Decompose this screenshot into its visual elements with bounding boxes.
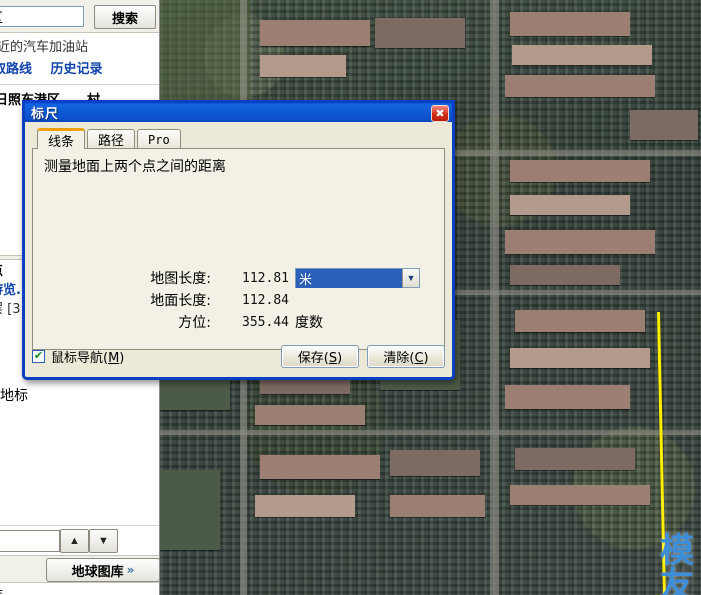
- clear-button[interactable]: 清除(C): [367, 344, 445, 368]
- dialog-body: 线条 路径 Pro 测量地面上两个点之间的距离 地图长度: 112.81 米 ▼: [25, 122, 452, 374]
- heading-value: 355.44: [242, 314, 289, 330]
- save-label-tail: ): [337, 350, 343, 366]
- double-chevron-right-icon: »: [126, 563, 135, 577]
- tab-pro[interactable]: Pro: [137, 129, 181, 149]
- dialog-footer: ✔ 鼠标导航(M) 保存(S) 清除(C): [32, 343, 445, 369]
- ruler-dialog[interactable]: 标尺 ✖ 线条 路径 Pro 测量地面上两个点之间的距离 地图长度: 112.8…: [22, 100, 455, 380]
- sidebar-footer-text: 库: [0, 585, 159, 595]
- heading-label: 方位:: [178, 315, 211, 331]
- close-icon[interactable]: ✖: [431, 105, 449, 122]
- map-building: [510, 265, 620, 285]
- map-building: [510, 485, 650, 505]
- earth-gallery-label: 地球图库: [71, 564, 124, 580]
- mouse-navigation-label: 鼠标导航(M): [51, 347, 124, 366]
- map-building: [515, 310, 645, 332]
- tab-line[interactable]: 线条: [37, 128, 86, 150]
- map-length-label: 地图长度:: [150, 271, 211, 287]
- search-button[interactable]: 搜索: [94, 5, 156, 29]
- map-building: [255, 405, 365, 425]
- close-glyph: ✖: [435, 107, 445, 120]
- search-bar: 搜索: [0, 0, 159, 33]
- sidebar-links: 获取路线 历史记录: [0, 58, 159, 77]
- map-building: [255, 495, 355, 517]
- gallery-row: 地球图库 »: [0, 555, 159, 583]
- check-icon: ✔: [33, 349, 44, 362]
- map-building: [512, 45, 652, 65]
- row-map-length: 地图长度: 112.81 米 ▼: [43, 267, 448, 289]
- slider-row: ▲ ▼: [0, 525, 159, 555]
- get-directions-link[interactable]: 获取路线: [0, 62, 32, 77]
- sidebar-bottom: ▲ ▼ 地球图库 » 库: [0, 515, 159, 595]
- map-building: [390, 450, 480, 476]
- dialog-title: 标尺: [31, 107, 60, 122]
- clear-accel: C: [414, 350, 424, 366]
- unit-select-value: 米: [296, 268, 402, 288]
- layer-item-2[interactable]: 置: [0, 408, 159, 431]
- slider-input[interactable]: [0, 530, 60, 552]
- arrow-down-icon: ▼: [98, 535, 109, 547]
- map-building: [260, 55, 346, 77]
- unit-select[interactable]: 米 ▼: [295, 268, 420, 288]
- map-length-value: 112.81: [242, 270, 289, 286]
- tab-panel-line: 测量地面上两个点之间的距离 地图长度: 112.81 米 ▼ 地面长度: 112…: [32, 148, 445, 350]
- arrow-up-icon: ▲: [69, 535, 80, 547]
- tab-path[interactable]: 路径: [87, 129, 136, 149]
- map-building: [260, 455, 380, 479]
- mouse-navigation-checkbox[interactable]: ✔ 鼠标导航(M): [32, 347, 124, 366]
- checkbox-accel: M: [108, 350, 120, 366]
- map-building: [630, 110, 698, 140]
- clear-label-main: 清除(: [383, 350, 415, 366]
- map-building: [510, 160, 650, 182]
- dialog-titlebar[interactable]: 标尺 ✖: [25, 100, 452, 122]
- ground-length-value: 112.84: [242, 292, 289, 308]
- map-building: [375, 18, 465, 48]
- map-building: [510, 195, 630, 215]
- map-building: [505, 230, 655, 254]
- scroll-up-button[interactable]: ▲: [60, 529, 89, 553]
- map-building: [505, 75, 655, 97]
- earth-gallery-button[interactable]: 地球图库 »: [46, 558, 159, 582]
- nearby-gas-station-text: 村近的汽车加油站: [0, 40, 89, 55]
- map-building: [515, 448, 635, 470]
- measurement-rows: 地图长度: 112.81 米 ▼ 地面长度: 112.84 方位: 355.44: [43, 267, 448, 333]
- row-ground-length: 地面长度: 112.84: [43, 289, 448, 311]
- search-input[interactable]: [0, 6, 84, 27]
- checkbox-box[interactable]: ✔: [32, 349, 45, 363]
- description-text: 测量地面上两个点之间的距离: [44, 159, 226, 175]
- checkbox-label-main: 鼠标导航(: [51, 350, 109, 366]
- map-building: [510, 12, 630, 36]
- heading-unit: 度数: [295, 315, 323, 331]
- save-label-main: 保存(: [297, 350, 329, 366]
- checkbox-label-tail: ): [119, 350, 125, 366]
- map-vegetation: [160, 470, 220, 550]
- layers-panel: 名地标 置: [0, 385, 159, 431]
- scroll-down-button[interactable]: ▼: [89, 529, 118, 553]
- layer-item-1[interactable]: 名地标: [0, 385, 159, 408]
- save-button[interactable]: 保存(S): [281, 344, 359, 368]
- row-heading: 方位: 355.44 度数: [43, 311, 448, 333]
- map-building: [505, 385, 630, 409]
- tabstrip: 线条 路径 Pro: [32, 128, 445, 150]
- chevron-down-icon[interactable]: ▼: [402, 269, 419, 287]
- ground-length-label: 地面长度:: [150, 293, 211, 309]
- clear-label-tail: ): [423, 350, 429, 366]
- save-accel: S: [328, 350, 338, 366]
- map-building: [510, 348, 650, 368]
- map-building: [390, 495, 485, 517]
- map-road: [160, 430, 701, 435]
- screen: 模友之吧 www.moz8.com: [0, 0, 701, 595]
- map-road: [490, 0, 499, 595]
- map-building: [260, 20, 370, 46]
- history-link[interactable]: 历史记录: [51, 62, 103, 77]
